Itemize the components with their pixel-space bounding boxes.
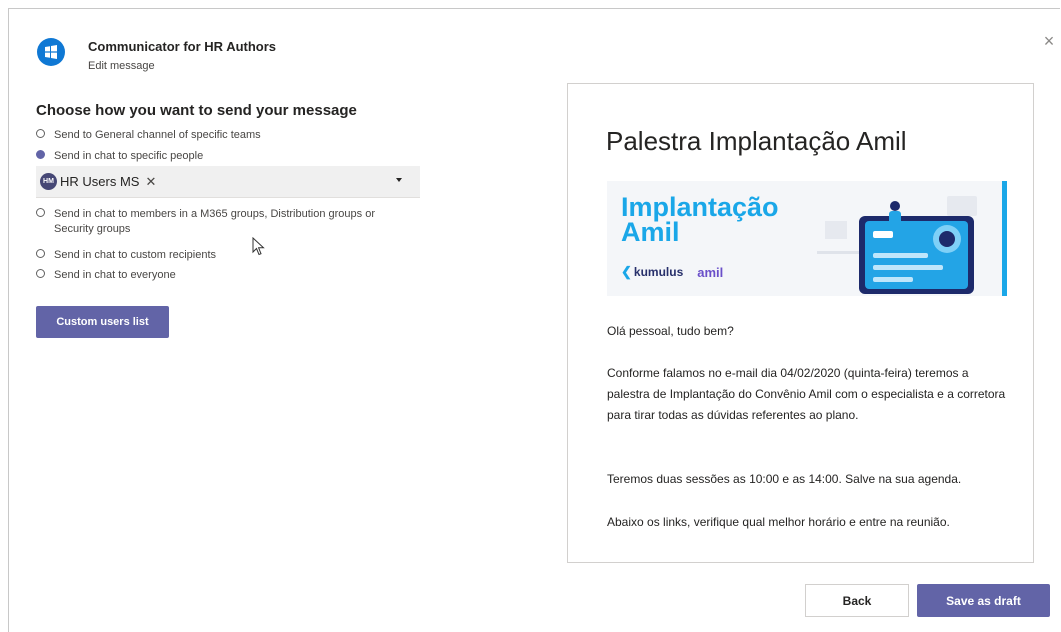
radio-specific-people[interactable]: Send in chat to specific people (36, 149, 404, 164)
radio-button[interactable] (36, 269, 45, 278)
radio-label: Send in chat to everyone (54, 269, 176, 281)
kumulus-text: kumulus (633, 265, 684, 279)
radio-label: Send in chat to custom recipients (54, 249, 217, 261)
banner-brands: ❮ kumulus amil (621, 264, 723, 280)
radio-button[interactable] (36, 129, 45, 138)
message-preview: Palestra Implantação Amil Implantação Am… (567, 83, 1034, 563)
save-as-draft-button[interactable]: Save as draft (917, 584, 1050, 617)
radio-button[interactable] (36, 208, 45, 217)
kumulus-logo: ❮ kumulus (621, 264, 683, 280)
preview-paragraph-links: Abaixo os links, verifique qual melhor h… (607, 515, 950, 529)
amil-logo: amil (697, 264, 724, 280)
close-icon[interactable]: × (1040, 32, 1058, 50)
remove-pill-icon[interactable]: ✕ (145, 174, 156, 190)
back-button[interactable]: Back (805, 584, 909, 617)
banner-illustration (817, 196, 977, 294)
radio-custom-recipients[interactable]: Send in chat to custom recipients (36, 248, 404, 263)
preview-banner-image: Implantação Amil ❮ kumulus amil (607, 181, 1007, 296)
radio-label: Send to General channel of specific team… (54, 129, 261, 141)
preview-paragraph-sessions: Teremos duas sessões as 10:00 e as 14:00… (607, 472, 962, 486)
app-subtitle: Edit message (88, 60, 155, 72)
radio-button-selected[interactable] (36, 150, 45, 159)
kumulus-mark-icon: ❮ (621, 264, 632, 279)
preview-title: Palestra Implantação Amil (606, 126, 907, 156)
people-picker[interactable]: HM HR Users MS ✕ (36, 166, 420, 198)
preview-paragraph-greeting: Olá pessoal, tudo bem? (607, 324, 734, 338)
radio-label: Send in chat to specific people (54, 150, 204, 162)
mouse-cursor-icon (252, 237, 265, 256)
app-logo (37, 38, 65, 66)
app-title: Communicator for HR Authors (88, 39, 277, 54)
custom-users-list-button[interactable]: Custom users list (36, 306, 169, 338)
banner-title: Implantação Amil (621, 194, 779, 247)
preview-paragraph-details: Conforme falamos no e-mail dia 04/02/202… (607, 366, 1006, 422)
radio-groups[interactable]: Send in chat to members in a M365 groups… (36, 207, 404, 237)
banner-accent-stripe (1002, 181, 1007, 296)
radio-general-channel[interactable]: Send to General channel of specific team… (36, 128, 404, 143)
chevron-down-icon[interactable] (396, 178, 402, 182)
radio-button[interactable] (36, 249, 45, 258)
radio-everyone[interactable]: Send in chat to everyone (36, 268, 404, 283)
selected-person-pill: HM HR Users MS ✕ (40, 173, 156, 190)
windows-logo-icon (45, 45, 57, 59)
radio-label: Send in chat to members in a M365 groups… (54, 208, 375, 235)
pill-label: HR Users MS (60, 174, 140, 189)
avatar: HM (40, 173, 57, 190)
banner-line-2: Amil (621, 217, 680, 247)
send-options-heading: Choose how you want to send your message (36, 102, 357, 119)
